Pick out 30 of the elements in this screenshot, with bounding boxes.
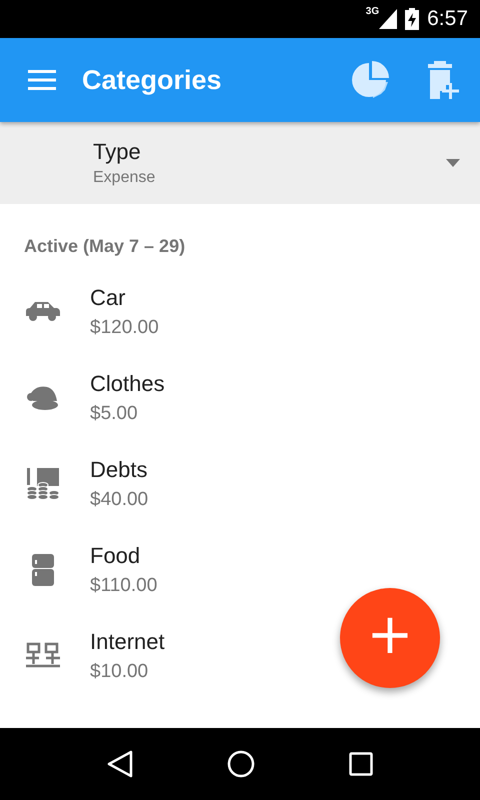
type-value[interactable]: Expense bbox=[93, 169, 446, 187]
network-type: 3G bbox=[366, 6, 380, 17]
clock: 6:57 bbox=[427, 7, 468, 31]
network-icon bbox=[26, 642, 60, 670]
hat-icon bbox=[27, 385, 59, 411]
category-amount: $120.00 bbox=[90, 317, 159, 339]
category-name[interactable]: Food bbox=[90, 543, 158, 569]
recents-icon[interactable] bbox=[349, 752, 373, 776]
category-name[interactable]: Debts bbox=[90, 457, 148, 483]
category-amount: $40.00 bbox=[90, 489, 148, 511]
category-amount: $10.00 bbox=[90, 661, 150, 683]
home-icon[interactable] bbox=[227, 750, 255, 778]
category-name[interactable]: Internet bbox=[90, 629, 165, 655]
screen-title: Categories bbox=[82, 64, 223, 96]
coins-icon bbox=[27, 468, 59, 500]
signal-icon bbox=[379, 9, 398, 29]
dropdown-arrow-icon[interactable] bbox=[446, 159, 460, 167]
back-icon[interactable] bbox=[107, 750, 133, 778]
battery-icon bbox=[405, 8, 420, 30]
type-label: Type bbox=[93, 139, 142, 165]
section-header: Active (May 7 – 29) bbox=[24, 236, 186, 257]
car-icon bbox=[26, 302, 60, 322]
category-name[interactable]: Car bbox=[90, 285, 159, 311]
category-amount: $110.00 bbox=[90, 575, 158, 597]
fridge-icon bbox=[32, 554, 54, 586]
trash-add-icon[interactable] bbox=[426, 61, 460, 99]
category-name[interactable]: Clothes bbox=[90, 371, 165, 397]
menu-icon[interactable] bbox=[28, 70, 56, 90]
pie-chart-icon[interactable] bbox=[352, 61, 390, 99]
category-amount: $5.00 bbox=[90, 403, 139, 425]
